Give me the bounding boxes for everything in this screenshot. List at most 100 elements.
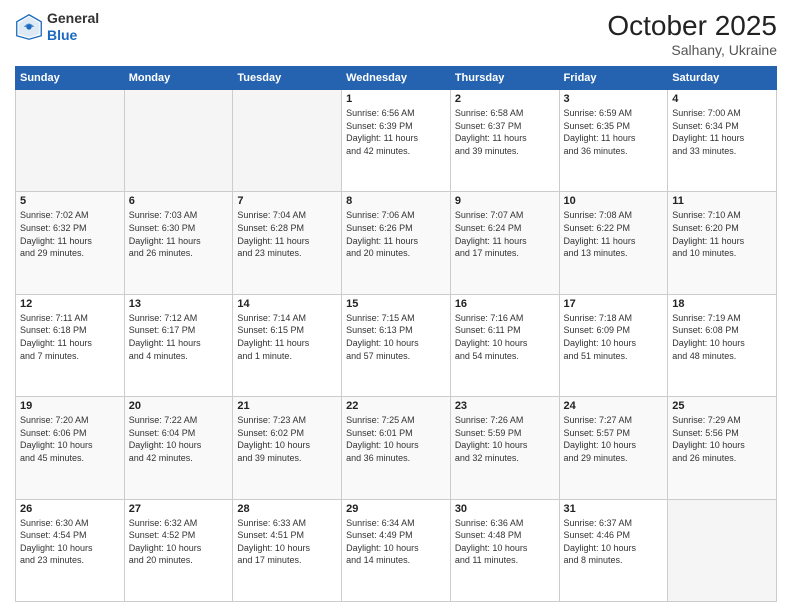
logo-general: General: [47, 10, 99, 26]
table-row: 1Sunrise: 6:56 AM Sunset: 6:39 PM Daylig…: [342, 90, 451, 192]
logo-icon: [15, 13, 43, 41]
table-row: 31Sunrise: 6:37 AM Sunset: 4:46 PM Dayli…: [559, 499, 668, 601]
day-info: Sunrise: 7:03 AM Sunset: 6:30 PM Dayligh…: [129, 209, 229, 259]
table-row: 8Sunrise: 7:06 AM Sunset: 6:26 PM Daylig…: [342, 192, 451, 294]
day-info: Sunrise: 7:11 AM Sunset: 6:18 PM Dayligh…: [20, 312, 120, 362]
header: General Blue October 2025 Salhany, Ukrai…: [15, 10, 777, 58]
day-info: Sunrise: 7:23 AM Sunset: 6:02 PM Dayligh…: [237, 414, 337, 464]
day-number: 17: [564, 298, 664, 310]
day-number: 31: [564, 503, 664, 515]
day-number: 1: [346, 93, 446, 105]
calendar-week-row: 5 Sunrise: 7:02 AM Sunset: 6:32 PM Daylig…: [16, 192, 777, 294]
table-row: 30Sunrise: 6:36 AM Sunset: 4:48 PM Dayli…: [450, 499, 559, 601]
title-block: October 2025 Salhany, Ukraine: [607, 10, 777, 58]
day-number: 11: [672, 195, 772, 207]
day-info: Sunrise: 6:59 AM Sunset: 6:35 PM Dayligh…: [564, 107, 664, 157]
day-number: 25: [672, 400, 772, 412]
day-info: Sunrise: 7:25 AM Sunset: 6:01 PM Dayligh…: [346, 414, 446, 464]
weekday-header-row: Sunday Monday Tuesday Wednesday Thursday…: [16, 67, 777, 90]
day-info: Sunrise: 7:26 AM Sunset: 5:59 PM Dayligh…: [455, 414, 555, 464]
table-row: 12 Sunrise: 7:11 AM Sunset: 6:18 PM Dayli…: [16, 294, 125, 396]
day-info: Sunrise: 7:22 AM Sunset: 6:04 PM Dayligh…: [129, 414, 229, 464]
day-number: 21: [237, 400, 337, 412]
table-row: 6 Sunrise: 7:03 AM Sunset: 6:30 PM Daylig…: [124, 192, 233, 294]
table-row: 13 Sunrise: 7:12 AM Sunset: 6:17 PM Dayli…: [124, 294, 233, 396]
table-row: 20 Sunrise: 7:22 AM Sunset: 6:04 PM Dayli…: [124, 397, 233, 499]
table-row: 2Sunrise: 6:58 AM Sunset: 6:37 PM Daylig…: [450, 90, 559, 192]
table-row: 10Sunrise: 7:08 AM Sunset: 6:22 PM Dayli…: [559, 192, 668, 294]
day-info: Sunrise: 7:18 AM Sunset: 6:09 PM Dayligh…: [564, 312, 664, 362]
table-row: [16, 90, 125, 192]
day-number: 18: [672, 298, 772, 310]
table-row: 9 Sunrise: 7:07 AM Sunset: 6:24 PM Daylig…: [450, 192, 559, 294]
day-number: 15: [346, 298, 446, 310]
header-sunday: Sunday: [16, 67, 125, 90]
day-info: Sunrise: 6:32 AM Sunset: 4:52 PM Dayligh…: [129, 517, 229, 567]
calendar-week-row: 12 Sunrise: 7:11 AM Sunset: 6:18 PM Dayli…: [16, 294, 777, 396]
day-number: 3: [564, 93, 664, 105]
table-row: [668, 499, 777, 601]
header-wednesday: Wednesday: [342, 67, 451, 90]
location: Salhany, Ukraine: [607, 42, 777, 58]
table-row: 7Sunrise: 7:04 AM Sunset: 6:28 PM Daylig…: [233, 192, 342, 294]
day-number: 26: [20, 503, 120, 515]
table-row: 22 Sunrise: 7:25 AM Sunset: 6:01 PM Dayli…: [342, 397, 451, 499]
day-number: 24: [564, 400, 664, 412]
logo-text: General Blue: [47, 10, 99, 44]
header-monday: Monday: [124, 67, 233, 90]
page: General Blue October 2025 Salhany, Ukrai…: [0, 0, 792, 612]
day-number: 30: [455, 503, 555, 515]
header-saturday: Saturday: [668, 67, 777, 90]
day-info: Sunrise: 7:29 AM Sunset: 5:56 PM Dayligh…: [672, 414, 772, 464]
day-info: Sunrise: 7:16 AM Sunset: 6:11 PM Dayligh…: [455, 312, 555, 362]
table-row: 15Sunrise: 7:15 AM Sunset: 6:13 PM Dayli…: [342, 294, 451, 396]
day-info: Sunrise: 7:10 AM Sunset: 6:20 PM Dayligh…: [672, 209, 772, 259]
day-number: 29: [346, 503, 446, 515]
table-row: [233, 90, 342, 192]
header-tuesday: Tuesday: [233, 67, 342, 90]
day-number: 20: [129, 400, 229, 412]
day-info: Sunrise: 6:33 AM Sunset: 4:51 PM Dayligh…: [237, 517, 337, 567]
day-number: 22: [346, 400, 446, 412]
day-number: 6: [129, 195, 229, 207]
calendar-week-row: 1Sunrise: 6:56 AM Sunset: 6:39 PM Daylig…: [16, 90, 777, 192]
calendar-week-row: 26 Sunrise: 6:30 AM Sunset: 4:54 PM Dayli…: [16, 499, 777, 601]
day-number: 27: [129, 503, 229, 515]
day-number: 23: [455, 400, 555, 412]
table-row: 28 Sunrise: 6:33 AM Sunset: 4:51 PM Dayli…: [233, 499, 342, 601]
day-number: 5: [20, 195, 120, 207]
day-info: Sunrise: 7:02 AM Sunset: 6:32 PM Dayligh…: [20, 209, 120, 259]
day-info: Sunrise: 6:58 AM Sunset: 6:37 PM Dayligh…: [455, 107, 555, 157]
day-info: Sunrise: 7:08 AM Sunset: 6:22 PM Dayligh…: [564, 209, 664, 259]
day-info: Sunrise: 7:27 AM Sunset: 5:57 PM Dayligh…: [564, 414, 664, 464]
day-number: 28: [237, 503, 337, 515]
table-row: [124, 90, 233, 192]
day-number: 4: [672, 93, 772, 105]
calendar-week-row: 19Sunrise: 7:20 AM Sunset: 6:06 PM Dayli…: [16, 397, 777, 499]
header-friday: Friday: [559, 67, 668, 90]
day-number: 13: [129, 298, 229, 310]
day-info: Sunrise: 7:12 AM Sunset: 6:17 PM Dayligh…: [129, 312, 229, 362]
day-info: Sunrise: 7:07 AM Sunset: 6:24 PM Dayligh…: [455, 209, 555, 259]
day-number: 12: [20, 298, 120, 310]
table-row: 5 Sunrise: 7:02 AM Sunset: 6:32 PM Daylig…: [16, 192, 125, 294]
header-thursday: Thursday: [450, 67, 559, 90]
table-row: 29 Sunrise: 6:34 AM Sunset: 4:49 PM Dayli…: [342, 499, 451, 601]
table-row: 26 Sunrise: 6:30 AM Sunset: 4:54 PM Dayli…: [16, 499, 125, 601]
table-row: 4Sunrise: 7:00 AM Sunset: 6:34 PM Daylig…: [668, 90, 777, 192]
table-row: 16 Sunrise: 7:16 AM Sunset: 6:11 PM Dayli…: [450, 294, 559, 396]
table-row: 19Sunrise: 7:20 AM Sunset: 6:06 PM Dayli…: [16, 397, 125, 499]
day-info: Sunrise: 6:34 AM Sunset: 4:49 PM Dayligh…: [346, 517, 446, 567]
table-row: 25 Sunrise: 7:29 AM Sunset: 5:56 PM Dayli…: [668, 397, 777, 499]
day-info: Sunrise: 6:30 AM Sunset: 4:54 PM Dayligh…: [20, 517, 120, 567]
month-title: October 2025: [607, 10, 777, 42]
day-number: 8: [346, 195, 446, 207]
day-info: Sunrise: 7:20 AM Sunset: 6:06 PM Dayligh…: [20, 414, 120, 464]
day-number: 16: [455, 298, 555, 310]
table-row: 17 Sunrise: 7:18 AM Sunset: 6:09 PM Dayli…: [559, 294, 668, 396]
logo: General Blue: [15, 10, 99, 44]
table-row: 21 Sunrise: 7:23 AM Sunset: 6:02 PM Dayli…: [233, 397, 342, 499]
day-number: 9: [455, 195, 555, 207]
day-info: Sunrise: 7:19 AM Sunset: 6:08 PM Dayligh…: [672, 312, 772, 362]
day-number: 7: [237, 195, 337, 207]
